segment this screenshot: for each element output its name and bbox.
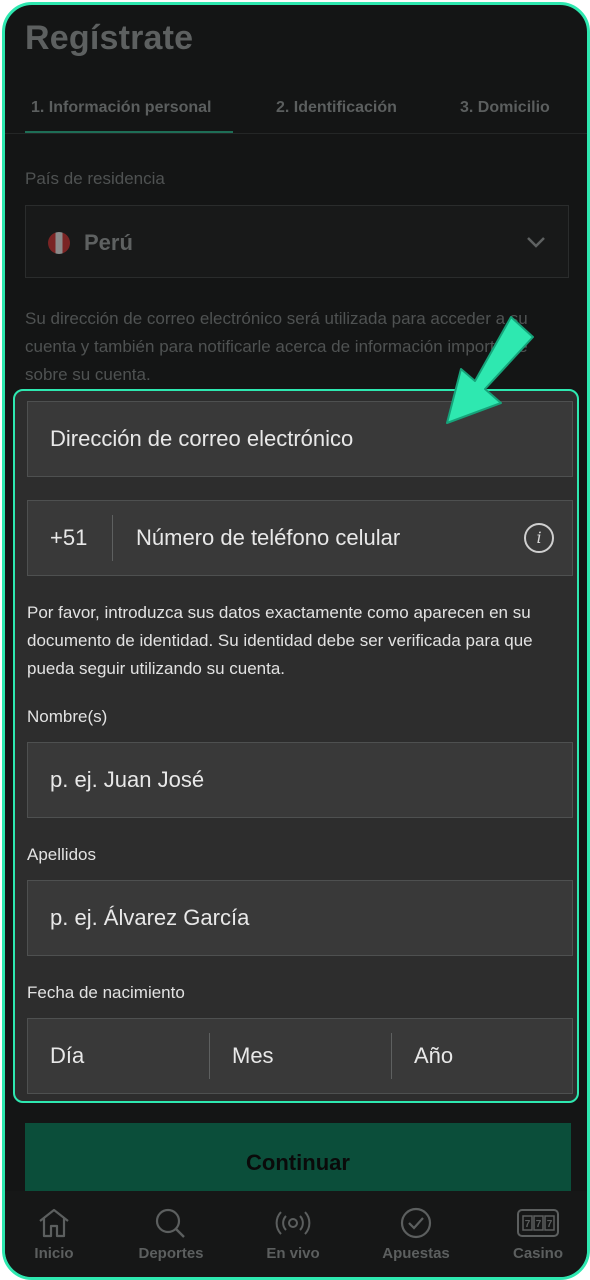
info-icon[interactable]: i	[524, 523, 554, 553]
phone-prefix[interactable]: +51	[50, 525, 87, 551]
name-field[interactable]: p. ej. Juan José	[27, 742, 573, 818]
phone-field[interactable]: +51 Número de teléfono celular i	[27, 500, 573, 576]
divider	[391, 1033, 392, 1079]
svg-text:7: 7	[536, 1219, 542, 1230]
phone-frame: Regístrate 1. Información personal 2. Id…	[2, 2, 590, 1280]
nav-home[interactable]: Inicio	[5, 1191, 109, 1262]
check-circle-icon	[400, 1207, 432, 1239]
nav-sports[interactable]: Deportes	[116, 1191, 226, 1262]
nav-bets[interactable]: Apuestas	[361, 1191, 471, 1262]
country-label: País de residencia	[25, 169, 165, 188]
peru-flag-icon	[48, 232, 70, 254]
nav-sports-label: Deportes	[138, 1245, 204, 1262]
step-tabs: 1. Información personal 2. Identificació…	[5, 85, 587, 134]
email-placeholder: Dirección de correo electrónico	[50, 426, 354, 451]
home-icon	[39, 1208, 69, 1238]
dob-label: Fecha de nacimiento	[27, 983, 185, 1002]
chevron-down-icon	[527, 237, 545, 248]
search-icon	[155, 1208, 185, 1238]
highlighted-form: Dirección de correo electrónico +51 Núme…	[13, 389, 579, 1103]
surname-field[interactable]: p. ej. Álvarez García	[27, 880, 573, 956]
tab-address[interactable]: 3. Domicilio	[460, 99, 550, 117]
continue-button[interactable]: Continuar	[25, 1123, 571, 1201]
dob-day-select[interactable]: Día	[50, 1043, 84, 1069]
nav-casino[interactable]: 7 7 7 Casino	[483, 1191, 587, 1262]
bottom-nav: Inicio Deportes En vivo Apuestas 7 7 7 C…	[5, 1191, 587, 1277]
identity-note: Por favor, introduzca sus datos exactame…	[27, 603, 533, 678]
slot-machine-icon: 7 7 7	[517, 1209, 559, 1237]
page-title: Regístrate	[25, 19, 194, 57]
divider	[112, 515, 113, 561]
dob-field: Día Mes Año	[27, 1018, 573, 1094]
nav-live-label: En vivo	[266, 1245, 320, 1262]
phone-placeholder: Número de teléfono celular	[136, 525, 401, 550]
tab-identification[interactable]: 2. Identificación	[276, 99, 397, 117]
name-label: Nombre(s)	[27, 707, 108, 726]
live-icon	[275, 1211, 311, 1235]
surname-placeholder: p. ej. Álvarez García	[50, 905, 250, 930]
dob-year-select[interactable]: Año	[414, 1043, 453, 1069]
nav-bets-label: Apuestas	[382, 1245, 450, 1262]
nav-casino-label: Casino	[512, 1245, 563, 1262]
tab-personal-info[interactable]: 1. Información personal	[31, 99, 211, 117]
nav-home-label: Inicio	[34, 1245, 74, 1262]
divider	[209, 1033, 210, 1079]
svg-text:7: 7	[547, 1219, 553, 1230]
country-value: Perú	[84, 230, 133, 255]
active-tab-indicator	[25, 131, 233, 133]
country-select[interactable]: Perú	[25, 205, 569, 278]
dob-month-select[interactable]: Mes	[232, 1043, 274, 1069]
nav-live[interactable]: En vivo	[238, 1191, 348, 1262]
surname-label: Apellidos	[27, 845, 96, 864]
name-placeholder: p. ej. Juan José	[50, 767, 205, 792]
svg-text:7: 7	[525, 1219, 531, 1230]
pointer-arrow-icon	[446, 316, 534, 424]
